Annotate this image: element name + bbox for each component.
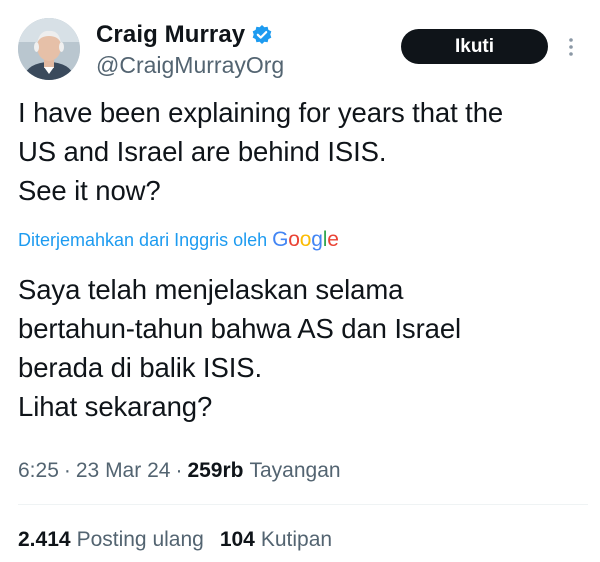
quotes-label: Kutipan — [260, 528, 333, 551]
tweet-time[interactable]: 6:25 — [18, 459, 59, 483]
google-logo-letter: e — [327, 228, 339, 251]
tweet-card: Craig Murray @CraigMurrayOrg Ikuti I hav… — [0, 0, 600, 562]
translated-label: Diterjemahkan dari Inggris oleh — [18, 229, 268, 250]
tweet-text: I have been explaining for years that th… — [18, 97, 504, 206]
translated-tweet-text: Saya telah menjelaskan selama bertahun-t… — [18, 274, 462, 422]
google-logo-letter: g — [311, 228, 323, 251]
avatar[interactable] — [18, 18, 80, 80]
reposts-label: Posting ulang — [76, 528, 204, 551]
author-handle[interactable]: @CraigMurrayOrg — [96, 52, 284, 79]
more-vertical-icon[interactable] — [564, 34, 578, 60]
google-logo-letter: o — [299, 228, 312, 251]
tweet-meta: 6:25 · 23 Mar 24 · 259rb Tayangan — [18, 456, 341, 486]
divider — [18, 504, 588, 505]
display-name[interactable]: Craig Murray — [96, 21, 245, 49]
views-label: Tayangan — [249, 459, 341, 482]
reposts-stat[interactable]: 2.414 Posting ulang — [18, 528, 204, 552]
google-logo-letter: o — [288, 228, 300, 251]
tweet-header: Craig Murray @CraigMurrayOrg Ikuti — [18, 18, 584, 84]
display-name-row: Craig Murray — [96, 20, 284, 50]
engagement-stats: 2.414 Posting ulang 104 Kutipan — [18, 525, 348, 555]
meta-separator: · — [63, 459, 71, 482]
views-count: 259rb — [187, 459, 244, 482]
verified-badge-icon[interactable] — [251, 24, 273, 46]
reposts-count: 2.414 — [18, 528, 71, 551]
quotes-stat[interactable]: 104 Kutipan — [220, 528, 332, 552]
meta-separator: · — [175, 459, 183, 482]
quotes-count: 104 — [219, 528, 255, 551]
google-logo-letter: G — [272, 228, 289, 251]
tweet-date[interactable]: 23 Mar 24 — [76, 459, 171, 483]
author-names: Craig Murray @CraigMurrayOrg — [96, 20, 284, 79]
translation-attribution[interactable]: Diterjemahkan dari Inggris oleh Google — [18, 226, 339, 254]
follow-button[interactable]: Ikuti — [401, 29, 548, 64]
google-logo: Google — [272, 228, 339, 252]
